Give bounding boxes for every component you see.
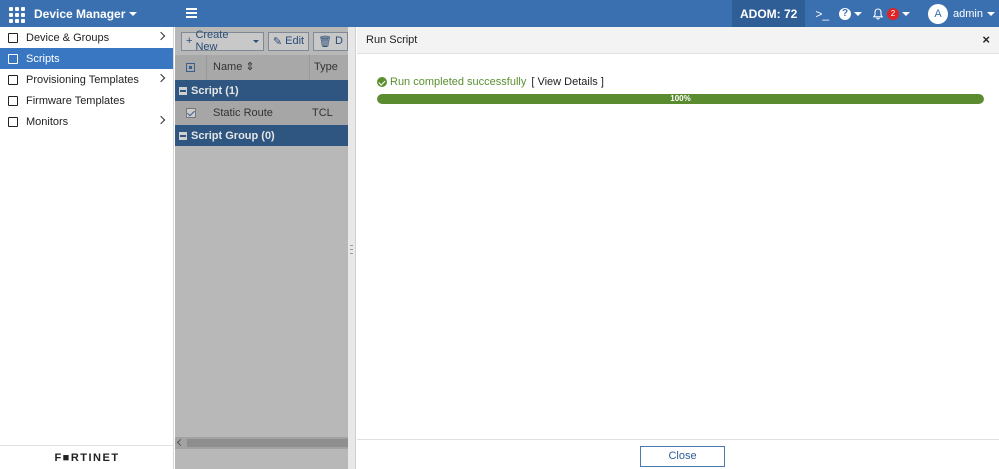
scrollbar-thumb[interactable] — [187, 439, 348, 447]
trash-icon: 🗑 — [318, 35, 333, 48]
view-details-link[interactable]: [ View Details ] — [531, 76, 604, 88]
chevron-down-icon — [854, 11, 863, 16]
sidebar-item-firmware-templates[interactable]: Firmware Templates — [0, 90, 173, 111]
sidebar-item-monitors[interactable]: Monitors — [0, 111, 173, 132]
chevron-down-icon — [987, 11, 995, 16]
run-script-dialog: Run Script × Run completed successfully … — [357, 27, 999, 469]
scripts-panel: + Create New ✎ Edit 🗑 D Name ⇕ Type Scri… — [175, 27, 348, 469]
column-header-type[interactable]: Type — [309, 55, 338, 80]
chevron-right-icon — [156, 31, 166, 41]
scripts-toolbar: + Create New ✎ Edit 🗑 D — [175, 27, 348, 55]
chevron-down-icon — [129, 11, 138, 16]
top-bar: Device Manager ADOM: 72 >_ ? 2 A admin — [0, 0, 999, 27]
delete-button[interactable]: 🗑 D — [313, 31, 348, 51]
run-status: Run completed successfully [ View Detail… — [377, 76, 604, 88]
menu-toggle-icon[interactable] — [186, 8, 197, 18]
table-header: Name ⇕ Type — [175, 55, 348, 80]
monitor-icon — [8, 116, 18, 127]
delete-label: D — [335, 35, 343, 47]
sidebar-item-label: Monitors — [26, 115, 69, 128]
chevron-down-icon — [252, 39, 259, 43]
sidebar-item-label: Firmware Templates — [26, 94, 125, 107]
progress-bar: 100% — [377, 94, 984, 104]
progress-text: 100% — [670, 94, 691, 103]
create-new-label: Create New — [195, 29, 229, 53]
chevron-down-icon — [902, 11, 911, 16]
sort-icon: ⇕ — [245, 61, 255, 73]
fortinet-logo: F■RTINET — [0, 445, 174, 469]
sidebar-item-label: Provisioning Templates — [26, 73, 139, 86]
group-row-script-group[interactable]: Script Group (0) — [175, 125, 348, 146]
row-checkbox[interactable] — [186, 108, 196, 118]
panel-resize-handle[interactable] — [348, 27, 356, 469]
select-all-checkbox[interactable] — [186, 63, 195, 72]
grip-icon — [350, 245, 353, 254]
sidebar: Device & Groups Scripts Provisioning Tem… — [0, 27, 174, 469]
scripts-icon — [8, 53, 18, 64]
script-type: TCL — [312, 107, 333, 119]
table-row[interactable]: Static Route TCL — [175, 101, 348, 125]
chip-icon — [8, 95, 18, 106]
dialog-footer: Close — [357, 439, 999, 469]
edit-button[interactable]: ✎ Edit — [267, 31, 310, 51]
apps-grid-icon[interactable] — [8, 6, 25, 23]
edit-label: Edit — [285, 35, 305, 47]
check-circle-icon — [377, 77, 387, 87]
cli-console-button[interactable]: >_ — [815, 7, 829, 21]
column-name-label: Name — [213, 61, 243, 73]
plus-icon: + — [186, 35, 193, 47]
chevron-right-icon — [156, 73, 166, 83]
sidebar-item-label: Scripts — [26, 52, 60, 65]
sidebar-item-scripts[interactable]: Scripts — [0, 48, 173, 69]
horizontal-scrollbar[interactable] — [175, 437, 348, 449]
sidebar-item-provisioning-templates[interactable]: Provisioning Templates — [0, 69, 173, 90]
bell-icon — [872, 7, 884, 19]
script-name: Static Route — [213, 107, 273, 119]
avatar[interactable]: A — [928, 3, 949, 24]
user-menu[interactable]: admin — [953, 8, 995, 20]
username: admin — [953, 7, 983, 20]
help-button[interactable]: ? — [839, 7, 863, 20]
sidebar-item-device-groups[interactable]: Device & Groups — [0, 27, 173, 48]
group-label: Script (1) — [191, 84, 239, 97]
collapse-icon — [179, 131, 187, 140]
group-label: Script Group (0) — [191, 129, 275, 142]
app-switcher[interactable]: Device Manager — [34, 6, 138, 21]
dialog-header: Run Script × — [357, 27, 999, 54]
terminal-icon: >_ — [815, 6, 830, 21]
scroll-left-icon[interactable] — [176, 438, 185, 447]
close-icon[interactable]: × — [982, 33, 990, 46]
sidebar-item-label: Device & Groups — [26, 31, 110, 44]
status-text: Run completed successfully — [390, 76, 527, 88]
chevron-right-icon — [156, 115, 166, 125]
edit-icon: ✎ — [272, 35, 283, 48]
group-row-script[interactable]: Script (1) — [175, 80, 348, 101]
adom-selector[interactable]: ADOM: 72 — [732, 0, 806, 27]
help-icon: ? — [839, 7, 852, 20]
template-icon — [8, 74, 18, 85]
close-button[interactable]: Close — [640, 446, 725, 467]
devices-icon — [8, 32, 18, 43]
collapse-icon — [179, 86, 187, 95]
create-new-button[interactable]: + Create New — [181, 29, 264, 53]
notification-count-badge: 2 — [887, 7, 900, 20]
dialog-title: Run Script — [366, 34, 418, 46]
notifications-button[interactable]: 2 — [872, 7, 911, 20]
app-title: Device Manager — [34, 6, 126, 21]
column-header-name[interactable]: Name ⇕ — [206, 55, 309, 80]
